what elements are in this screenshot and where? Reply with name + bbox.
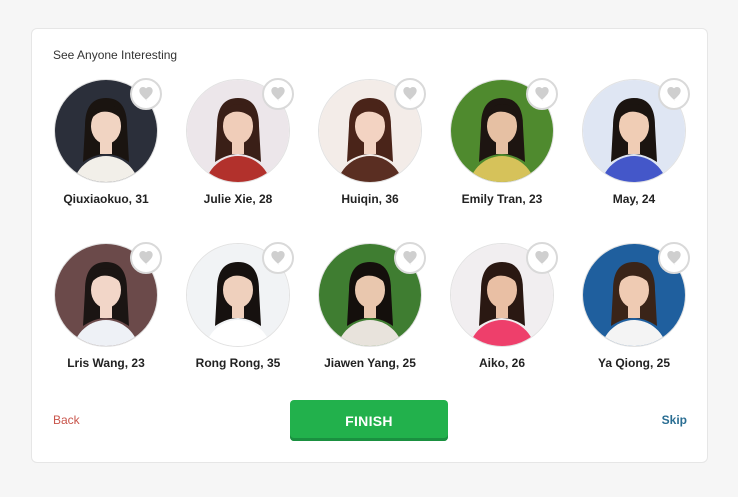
profile-photo-wrapper <box>318 78 426 183</box>
profile-photo-wrapper <box>450 78 558 183</box>
profile-photo-wrapper <box>582 78 690 183</box>
skip-link[interactable]: Skip <box>662 413 687 427</box>
heart-icon <box>535 87 549 101</box>
profile-name: Emily Tran, 23 <box>461 192 543 206</box>
finish-button[interactable]: FINISH <box>290 400 448 441</box>
heart-icon <box>139 251 153 265</box>
profile-name: Rong Rong, 35 <box>195 356 281 370</box>
back-link[interactable]: Back <box>53 413 80 427</box>
profile-name: Aiko, 26 <box>478 356 526 370</box>
heart-icon <box>271 87 285 101</box>
profile-card[interactable]: Qiuxiaokuo, 31 <box>40 78 172 206</box>
profile-card[interactable]: May, 24 <box>568 78 700 206</box>
profile-card[interactable]: Ya Qiong, 25 <box>568 242 700 370</box>
like-button[interactable] <box>394 78 426 110</box>
profile-name: Julie Xie, 28 <box>203 192 273 206</box>
heart-icon <box>667 251 681 265</box>
like-button[interactable] <box>262 242 294 274</box>
profile-photo-wrapper <box>582 242 690 347</box>
profile-card[interactable]: Jiawen Yang, 25 <box>304 242 436 370</box>
profile-photo-wrapper <box>186 78 294 183</box>
heart-icon <box>271 251 285 265</box>
heart-icon <box>535 251 549 265</box>
like-button[interactable] <box>394 242 426 274</box>
profile-photo-wrapper <box>318 242 426 347</box>
like-button[interactable] <box>130 78 162 110</box>
profile-name: May, 24 <box>612 192 656 206</box>
like-button[interactable] <box>262 78 294 110</box>
profile-grid: Qiuxiaokuo, 31 Julie Xie, 28 Huiqin, 36 Emi… <box>32 29 707 462</box>
profile-photo-wrapper <box>54 78 162 183</box>
profile-card[interactable]: Julie Xie, 28 <box>172 78 304 206</box>
heart-icon <box>139 87 153 101</box>
like-button[interactable] <box>658 78 690 110</box>
profile-card[interactable]: Lris Wang, 23 <box>40 242 172 370</box>
profile-name: Huiqin, 36 <box>341 192 399 206</box>
profile-name: Lris Wang, 23 <box>67 356 145 370</box>
profile-name: Qiuxiaokuo, 31 <box>63 192 149 206</box>
heart-icon <box>403 251 417 265</box>
like-button[interactable] <box>526 242 558 274</box>
heart-icon <box>403 87 417 101</box>
suggestions-card: See Anyone Interesting Qiuxiaokuo, 31 Jul… <box>31 28 708 463</box>
profile-photo-wrapper <box>186 242 294 347</box>
heart-icon <box>667 87 681 101</box>
profile-photo-wrapper <box>450 242 558 347</box>
profile-name: Ya Qiong, 25 <box>597 356 671 370</box>
profile-card[interactable]: Rong Rong, 35 <box>172 242 304 370</box>
profile-photo-wrapper <box>54 242 162 347</box>
profile-card[interactable]: Aiko, 26 <box>436 242 568 370</box>
like-button[interactable] <box>526 78 558 110</box>
like-button[interactable] <box>130 242 162 274</box>
profile-name: Jiawen Yang, 25 <box>324 356 416 370</box>
like-button[interactable] <box>658 242 690 274</box>
profile-card[interactable]: Emily Tran, 23 <box>436 78 568 206</box>
profile-card[interactable]: Huiqin, 36 <box>304 78 436 206</box>
